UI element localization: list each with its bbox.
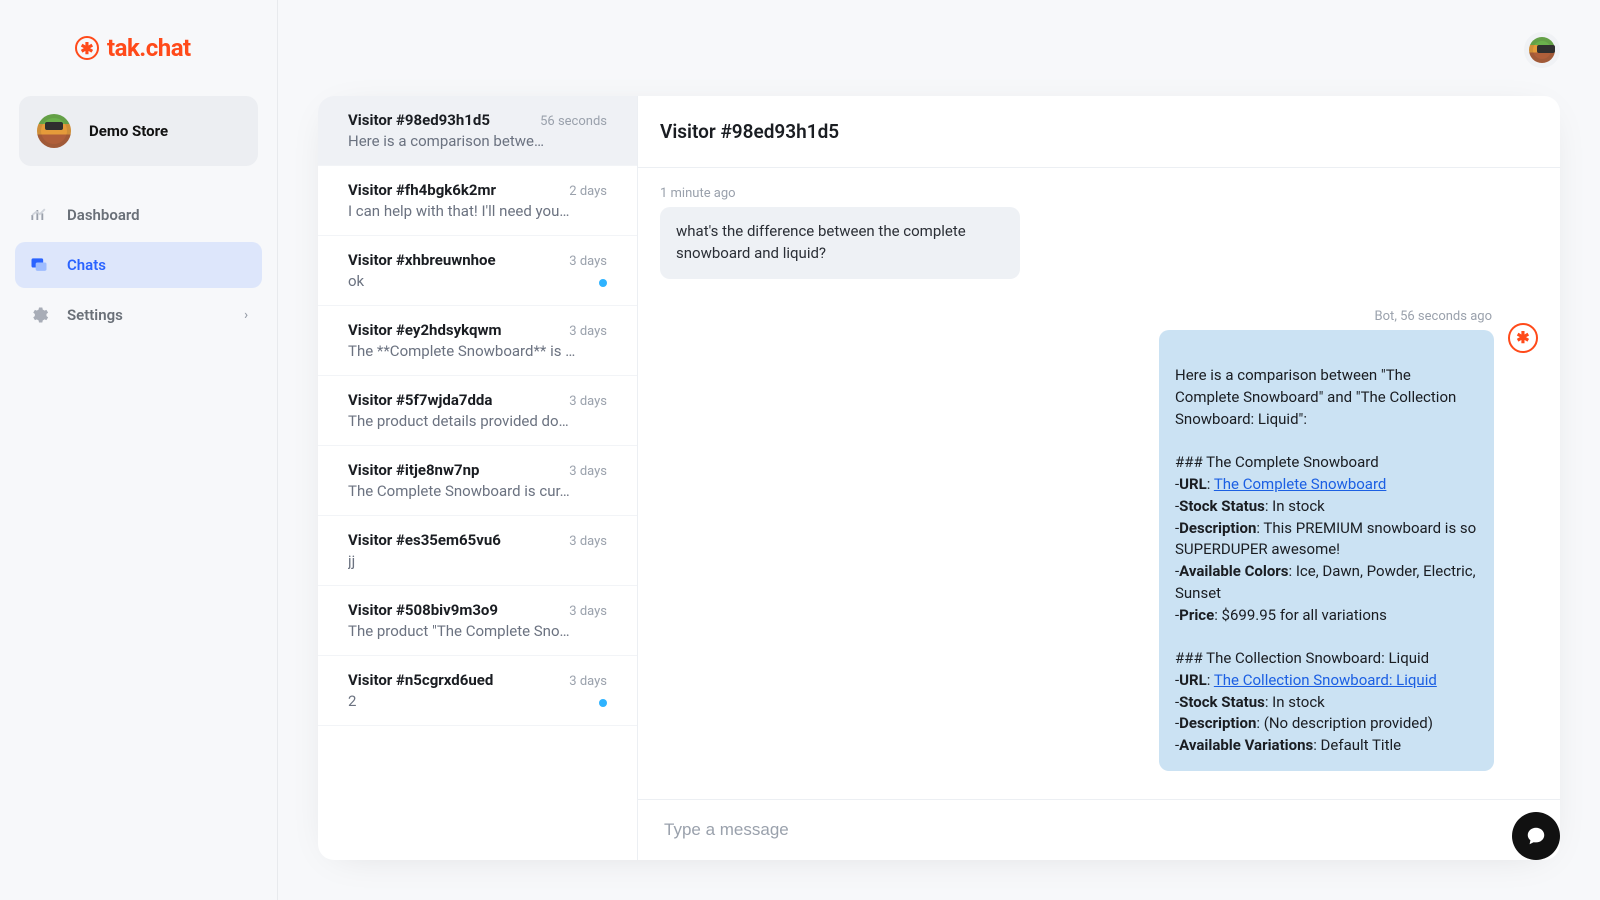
user-avatar-icon bbox=[1529, 37, 1555, 63]
product-link-complete[interactable]: The Complete Snowboard bbox=[1214, 475, 1387, 493]
gear-icon bbox=[29, 305, 49, 325]
unread-dot-icon bbox=[599, 699, 607, 707]
chat-preview: jj bbox=[348, 552, 607, 570]
store-avatar-icon bbox=[37, 114, 71, 148]
unread-dot-icon bbox=[599, 279, 607, 287]
chat-visitor-name: Visitor #n5cgrxd6ued bbox=[348, 671, 493, 689]
chat-preview: The **Complete Snowboard** is … bbox=[348, 342, 607, 360]
chat-preview: ok bbox=[348, 272, 607, 290]
chat-list[interactable]: Visitor #98ed93h1d5 56 seconds Here is a… bbox=[318, 96, 638, 860]
chat-preview: The Complete Snowboard is cur… bbox=[348, 482, 607, 500]
chevron-right-icon: › bbox=[244, 308, 248, 323]
chat-time: 3 days bbox=[569, 604, 607, 619]
conversation-body[interactable]: 1 minute ago what's the difference betwe… bbox=[638, 168, 1560, 799]
account-avatar[interactable] bbox=[1524, 32, 1560, 68]
chat-preview: The product details provided do… bbox=[348, 412, 607, 430]
bot-message: Here is a comparison between "The Comple… bbox=[1159, 330, 1494, 771]
logo-text: tak.chat bbox=[107, 34, 191, 62]
sidebar: ✱ tak.chat Demo Store Dashboard Chats bbox=[0, 0, 278, 900]
chat-list-item[interactable]: Visitor #n5cgrxd6ued 3 days 2 bbox=[318, 656, 637, 726]
chat-time: 56 seconds bbox=[540, 114, 607, 129]
logo[interactable]: ✱ tak.chat bbox=[15, 34, 262, 62]
chat-time: 2 days bbox=[569, 184, 607, 199]
chat-bubble-icon bbox=[1525, 825, 1547, 847]
nav-settings-label: Settings bbox=[67, 306, 123, 324]
chat-preview: I can help with that! I'll need you… bbox=[348, 202, 607, 220]
chat-list-item[interactable]: Visitor #fh4bgk6k2mr 2 days I can help w… bbox=[318, 166, 637, 236]
chat-list-item[interactable]: Visitor #xhbreuwnhoe 3 days ok bbox=[318, 236, 637, 306]
nav-dashboard[interactable]: Dashboard bbox=[15, 192, 262, 238]
store-name: Demo Store bbox=[89, 122, 168, 140]
chat-preview: Here is a comparison betwe… bbox=[348, 132, 607, 150]
chat-panel: Visitor #98ed93h1d5 56 seconds Here is a… bbox=[318, 96, 1560, 860]
chat-visitor-name: Visitor #xhbreuwnhoe bbox=[348, 251, 496, 269]
chat-list-item[interactable]: Visitor #5f7wjda7dda 3 days The product … bbox=[318, 376, 637, 446]
nav-dashboard-label: Dashboard bbox=[67, 206, 140, 224]
analytics-icon bbox=[29, 205, 49, 225]
chat-list-item[interactable]: Visitor #itje8nw7np 3 days The Complete … bbox=[318, 446, 637, 516]
chat-time: 3 days bbox=[569, 674, 607, 689]
chat-visitor-name: Visitor #itje8nw7np bbox=[348, 461, 479, 479]
main: Visitor #98ed93h1d5 56 seconds Here is a… bbox=[278, 0, 1600, 900]
nav-chats-label: Chats bbox=[67, 256, 106, 274]
bot-message-time: Bot, 56 seconds ago bbox=[660, 309, 1538, 324]
chat-visitor-name: Visitor #5f7wjda7dda bbox=[348, 391, 492, 409]
message-input[interactable] bbox=[664, 820, 1534, 840]
nav-settings[interactable]: Settings › bbox=[15, 292, 262, 338]
chat-time: 3 days bbox=[569, 464, 607, 479]
chat-time: 3 days bbox=[569, 534, 607, 549]
logo-mark-icon: ✱ bbox=[75, 36, 99, 60]
chat-list-item[interactable]: Visitor #98ed93h1d5 56 seconds Here is a… bbox=[318, 96, 637, 166]
nav-chats[interactable]: Chats bbox=[15, 242, 262, 288]
bot-avatar-icon: ✱ bbox=[1508, 323, 1538, 353]
chat-list-item[interactable]: Visitor #ey2hdsykqwm 3 days The **Comple… bbox=[318, 306, 637, 376]
conversation-title: Visitor #98ed93h1d5 bbox=[660, 120, 1538, 143]
conversation: Visitor #98ed93h1d5 1 minute ago what's … bbox=[638, 96, 1560, 860]
composer bbox=[638, 799, 1560, 860]
product-link-liquid[interactable]: The Collection Snowboard: Liquid bbox=[1214, 671, 1437, 689]
chat-visitor-name: Visitor #508biv9m3o9 bbox=[348, 601, 498, 619]
user-message-time: 1 minute ago bbox=[660, 186, 1538, 201]
chat-visitor-name: Visitor #es35em65vu6 bbox=[348, 531, 501, 549]
chat-visitor-name: Visitor #fh4bgk6k2mr bbox=[348, 181, 496, 199]
chat-list-item[interactable]: Visitor #508biv9m3o9 3 days The product … bbox=[318, 586, 637, 656]
conversation-header: Visitor #98ed93h1d5 bbox=[638, 96, 1560, 168]
nav: Dashboard Chats Settings › bbox=[15, 192, 262, 338]
store-selector[interactable]: Demo Store bbox=[19, 96, 258, 166]
chat-time: 3 days bbox=[569, 394, 607, 409]
chat-visitor-name: Visitor #98ed93h1d5 bbox=[348, 111, 490, 129]
chat-time: 3 days bbox=[569, 324, 607, 339]
chat-time: 3 days bbox=[569, 254, 607, 269]
chat-list-item[interactable]: Visitor #es35em65vu6 3 days jj bbox=[318, 516, 637, 586]
chat-visitor-name: Visitor #ey2hdsykqwm bbox=[348, 321, 502, 339]
chat-icon bbox=[29, 255, 49, 275]
help-fab[interactable] bbox=[1512, 812, 1560, 860]
chat-preview: The product "The Complete Sno… bbox=[348, 622, 607, 640]
user-message: what's the difference between the comple… bbox=[660, 207, 1020, 279]
chat-preview: 2 bbox=[348, 692, 607, 710]
